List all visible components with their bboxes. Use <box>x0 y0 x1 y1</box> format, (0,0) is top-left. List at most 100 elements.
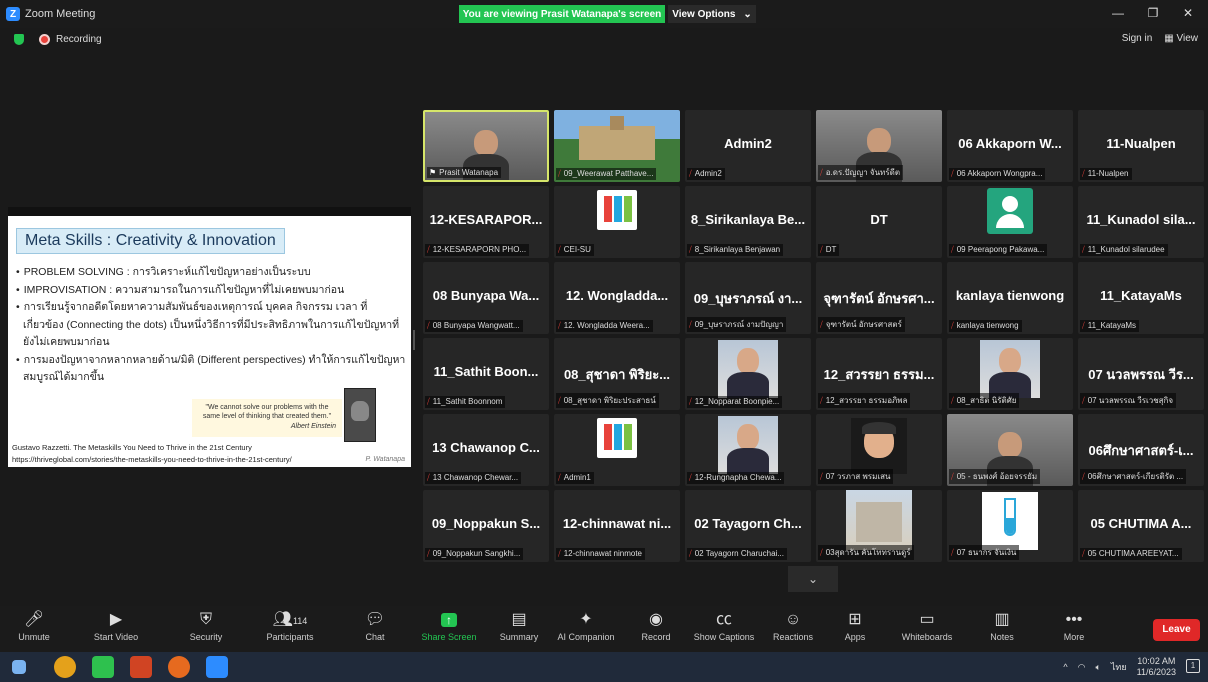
participant-tile[interactable]: ⧸ 05 - ธนพงศ์ อ้อยจรรยัม <box>947 414 1073 486</box>
record-icon: ◉ <box>649 611 663 628</box>
participant-tile[interactable]: 13 Chawanop C... ⧸ 13 Chawanop Chewar... <box>423 414 549 486</box>
view-button[interactable]: ▦ View <box>1164 33 1198 44</box>
participant-tile[interactable]: 09_Noppakun S... ⧸ 09_Noppakun Sangkhi... <box>423 490 549 562</box>
participant-tile[interactable]: 11_Kunadol sila... ⧸ 11_Kunadol silarudee <box>1078 186 1204 258</box>
muted-mic-icon: ⧸ <box>820 320 823 329</box>
more-icon: ••• <box>1065 611 1083 628</box>
participant-tile[interactable]: 12-KESARAPOR... ⧸ 12-KESARAPORN PHO... <box>423 186 549 258</box>
participants-label: Participants <box>266 632 314 642</box>
slide-bullet: PROBLEM SOLVING : การวิเคราะห์แก้ไขปัญหา… <box>14 264 406 282</box>
participant-name-label: ⧸ จุฑารัตน์ อักษรศาสตร์ <box>818 317 905 332</box>
line-app-icon[interactable] <box>92 656 114 678</box>
participant-tile[interactable]: kanlaya tienwong ⧸ kanlaya tienwong <box>947 262 1073 334</box>
recording-label[interactable]: Recording <box>56 34 102 45</box>
notes-button[interactable]: ▥ Notes <box>984 608 1020 650</box>
participant-tile[interactable]: 08_สุชาดา พิริยะ... ⧸ 08_สุชาดา พิริยะประส… <box>554 338 680 410</box>
more-button[interactable]: ••• More <box>1056 608 1092 650</box>
participant-tile[interactable]: ⧸ 03สุดารัน คันโททรานดูร์ <box>816 490 942 562</box>
unmute-button[interactable]: 🎤︎ Unmute <box>14 608 54 650</box>
wifi-icon[interactable]: ◠ <box>1078 662 1086 673</box>
participant-tile[interactable]: 8_Sirikanlaya Be... ⧸ 8_Sirikanlaya Benjaw… <box>685 186 811 258</box>
unmute-label: Unmute <box>18 632 50 642</box>
participant-tile[interactable]: 11-Nualpen ⧸ 11-Nualpen <box>1078 110 1204 182</box>
firefox-icon[interactable] <box>168 656 190 678</box>
apps-icon: ⊞ <box>848 611 862 628</box>
view-options-label: View Options <box>672 8 736 20</box>
participant-tile[interactable]: 08 Bunyapa Wa... ⧸ 08 Bunyapa Wangwatt... <box>423 262 549 334</box>
participant-tile[interactable]: ⧸ 12-Rungnapha Chewa... <box>685 414 811 486</box>
participant-tile[interactable]: 07 นวลพรรณ วีร... ⧸ 07 นวลพรรณ วีรเวชสุกิจ <box>1078 338 1204 410</box>
participant-tile[interactable]: 06 Akkaporn W... ⧸ 06 Akkaporn Wongpra... <box>947 110 1073 182</box>
participant-tile[interactable]: 11_KatayaMs ⧸ 11_KatayaMs <box>1078 262 1204 334</box>
participant-name-text: 09_Noppakun Sangkhi... <box>432 549 521 558</box>
participant-name-label: ⧸ 12-chinnawat ninmote <box>556 548 646 560</box>
participant-tile[interactable]: ⧸ 07 ธนากร จันเงิน <box>947 490 1073 562</box>
citation-text: Gustavo Razzetti. The Metaskills You Nee… <box>12 443 252 452</box>
participant-tile[interactable]: ⧸ 09 Peerapong Pakawa... <box>947 186 1073 258</box>
participant-tile[interactable]: 02 Tayagorn Ch... ⧸ 02 Tayagorn Charuchai.… <box>685 490 811 562</box>
restore-button[interactable]: ❐ <box>1138 4 1168 22</box>
participant-tile[interactable]: 05 CHUTIMA A... ⧸ 05 CHUTIMA AREEYAT... <box>1078 490 1204 562</box>
participant-tile[interactable]: จุฑารัตน์ อักษรศา... ⧸ จุฑารัตน์ อักษรศาสต… <box>816 262 942 334</box>
chrome-icon[interactable] <box>54 656 76 678</box>
participant-name-text: 08 Bunyapa Wangwatt... <box>432 321 520 330</box>
participant-tile[interactable]: 06ศึกษาศาสตร์-เ... ⧸ 06ศึกษาศาสตร์-เกียรติ… <box>1078 414 1204 486</box>
participant-name-text: 07 ธนากร จันเงิน <box>956 548 1017 557</box>
summary-button[interactable]: ▤ Summary <box>494 608 544 650</box>
participant-tile[interactable]: 09_บุษราภรณ์ งา... ⧸ 09_บุษราภรณ์ งามปัญญา <box>685 262 811 334</box>
participant-tile[interactable]: Admin2 ⧸ Admin2 <box>685 110 811 182</box>
participant-tile[interactable]: ⧸ อ.ดร.ปัญญา จันทร์ดีต <box>816 110 942 182</box>
participant-tile[interactable]: 11_Sathit Boon... ⧸ 11_Sathit Boonnom <box>423 338 549 410</box>
participant-name-text: 03สุดารัน คันโททรานดูร์ <box>825 548 911 557</box>
shared-screen: Meta Skills : Creativity & Innovation PR… <box>8 207 411 467</box>
participant-tile[interactable]: ⧸ CEI-SU <box>554 186 680 258</box>
shield-icon: ⛨ <box>199 611 212 628</box>
participant-tile[interactable]: ⧸ 08_สาธิต นิรัติศัย <box>947 338 1073 410</box>
reactions-button[interactable]: ☺ Reactions <box>770 608 816 650</box>
zoom-taskbar-icon[interactable] <box>206 656 228 678</box>
participant-name-label: ⧸ 08_สาธิต นิรัติศัย <box>949 393 1020 408</box>
leave-button[interactable]: Leave <box>1153 619 1200 641</box>
participant-tile[interactable]: 12. Wongladda... ⧸ 12. Wongladda Weera... <box>554 262 680 334</box>
participant-name-label: ⧸ 8_Sirikanlaya Benjawan <box>687 244 784 256</box>
tray-chevron-icon[interactable]: ^ <box>1063 662 1067 672</box>
security-button[interactable]: ⛨ Security <box>184 608 228 650</box>
encryption-shield-icon[interactable] <box>14 33 24 45</box>
apps-button[interactable]: ⊞ Apps <box>840 608 870 650</box>
show-captions-button[interactable]: ㏄ Show Captions <box>688 608 760 650</box>
participants-button[interactable]: 👥︎114 Participants <box>260 608 320 650</box>
notification-count: 1 <box>1190 661 1196 670</box>
participant-tile[interactable]: 12-chinnawat ni... ⧸ 12-chinnawat ninmote <box>554 490 680 562</box>
participant-tile[interactable]: ⧸ 12_Nopparat Boonpie... <box>685 338 811 410</box>
ai-companion-button[interactable]: ✦ AI Companion <box>552 608 620 650</box>
start-video-button[interactable]: ▶ Start Video <box>86 608 146 650</box>
viewing-banner: You are viewing Prasit Watanapa's screen <box>459 5 665 23</box>
participant-tile[interactable]: ⧸ 07 วรภาส พรมเสน <box>816 414 942 486</box>
view-options-button[interactable]: View Options ⌄ <box>668 5 756 23</box>
participant-tile[interactable]: ⧸ Admin1 <box>554 414 680 486</box>
split-divider-handle[interactable] <box>413 330 415 350</box>
participant-name-text: Admin2 <box>694 169 722 178</box>
participant-tile[interactable]: 12_สวรรยา ธรรม... ⧸ 12_สวรรยา ธรรมอภิพล <box>816 338 942 410</box>
volume-icon[interactable]: 🔈︎ <box>1095 662 1100 673</box>
whiteboards-button[interactable]: ▭ Whiteboards <box>896 608 958 650</box>
participant-name-label: ⧸ 05 - ธนพงศ์ อ้อยจรรยัม <box>949 469 1041 484</box>
participant-tile[interactable]: DT ⧸ DT <box>816 186 942 258</box>
expand-gallery-button[interactable]: ⌄ <box>788 566 838 592</box>
powerpoint-icon[interactable] <box>130 656 152 678</box>
chat-button[interactable]: 💬︎ Chat <box>360 608 390 650</box>
record-button[interactable]: ◉ Record <box>636 608 676 650</box>
language-indicator[interactable]: ไทย <box>1111 660 1127 674</box>
sign-in-link[interactable]: Sign in <box>1122 33 1153 44</box>
participant-name-text: 09_บุษราภรณ์ งามปัญญา <box>694 320 784 329</box>
minimize-button[interactable]: — <box>1103 4 1133 22</box>
windows-start-icon[interactable] <box>12 660 26 674</box>
clock-date: 11/6/2023 <box>1136 667 1176 677</box>
notification-center-icon[interactable]: 1 <box>1186 659 1200 673</box>
share-screen-button[interactable]: ↑ Share Screen <box>418 608 480 650</box>
clock[interactable]: 10:02 AM 11/6/2023 <box>1137 656 1176 678</box>
close-button[interactable]: ✕ <box>1173 4 1203 22</box>
participant-tile[interactable]: ⚑ Prasit Watanapa <box>423 110 549 182</box>
participant-tile[interactable]: ⧸ 09_Weerawat Patthave... <box>554 110 680 182</box>
slide-bullet: การเรียนรู้จากอดีตโดยหาความสัมพันธ์ของเห… <box>14 299 406 352</box>
